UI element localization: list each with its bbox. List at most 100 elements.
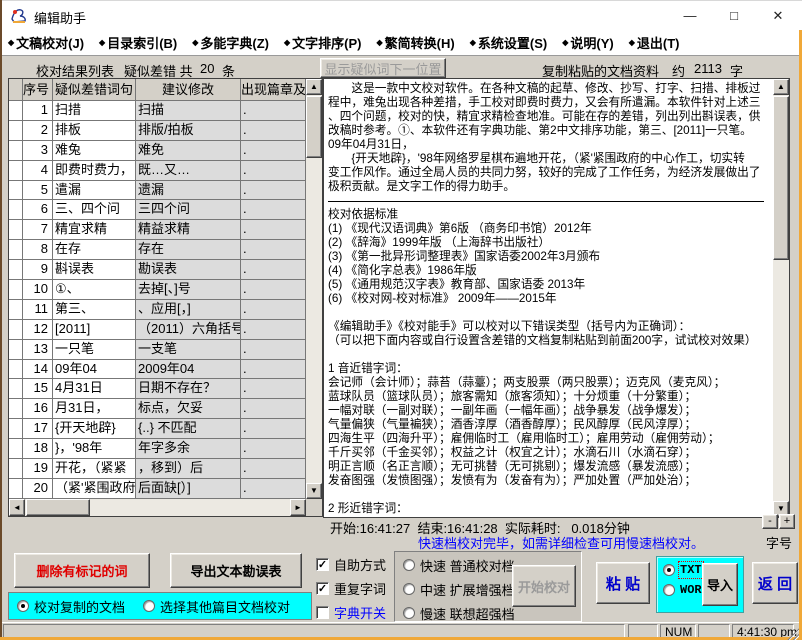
table-row[interactable]: 2排板排版/拍板.: [9, 121, 322, 141]
table-row[interactable]: 19开花，（紧紧，移到）后.: [9, 459, 322, 479]
font-increase-button[interactable]: +: [779, 514, 795, 529]
table-row[interactable]: 11第三、、应用[，].: [9, 300, 322, 320]
suspect-word-cell: 4月31日: [53, 379, 136, 399]
checkbox-option[interactable]: 字典开关: [316, 604, 386, 620]
font-decrease-button[interactable]: -: [762, 514, 778, 529]
scroll-thumb[interactable]: [773, 96, 789, 260]
table-row[interactable]: 1扫措扫描.: [9, 101, 322, 121]
table-row[interactable]: 7精宜求精精益求精.: [9, 220, 322, 240]
suspect-word-cell: 排板: [53, 121, 136, 141]
scroll-thumb[interactable]: [26, 499, 90, 516]
document-text[interactable]: 这是一款中文校对软件。在各种文稿的起草、修改、抄写、打字、扫措、排板过程中，难兔…: [324, 79, 773, 517]
table-row[interactable]: 5遣漏遗漏.: [9, 181, 322, 201]
close-button[interactable]: ✕: [756, 1, 800, 31]
suspect-word-cell: 一只笔: [53, 340, 136, 360]
document-line: [328, 306, 772, 320]
table-row[interactable]: 18}，'98年年字多余.: [9, 439, 322, 459]
radio-icon[interactable]: [17, 600, 29, 612]
table-row[interactable]: 8在存存在.: [9, 240, 322, 260]
table-row[interactable]: 3难兔难免.: [9, 141, 322, 161]
radio-icon[interactable]: [403, 583, 415, 595]
radio-icon[interactable]: [663, 584, 675, 596]
suggestion-cell: 去掉[、]号: [136, 280, 241, 300]
paste-button[interactable]: 粘 贴: [596, 562, 650, 604]
format-radio-label: TXT: [680, 563, 702, 577]
table-row[interactable]: 20（紧'紧围政府后面缺[）].: [9, 479, 322, 499]
document-line: 明正言顺（名正言顺）；无可挑替（无可挑剔）；爆发流感（暴发流感）；: [328, 460, 772, 474]
checkbox-icon[interactable]: ✓: [316, 558, 329, 571]
minimize-button[interactable]: —: [668, 1, 712, 31]
radio-icon[interactable]: [663, 564, 675, 576]
table-horizontal-scrollbar[interactable]: ◄ ►: [9, 499, 306, 516]
document-line: 会记师（会计师）；蒜苔（蒜薹）；两支股票（两只股票）；迈克风（麦克风）；: [328, 376, 772, 390]
table-row[interactable]: 13一只笔一支笔.: [9, 340, 322, 360]
back-button[interactable]: 返 回: [752, 562, 798, 604]
scroll-left-icon[interactable]: ◄: [9, 499, 25, 516]
export-errata-button[interactable]: 导出文本勘误表: [170, 553, 302, 588]
menu-item-6[interactable]: ◆系统设置(S): [470, 33, 548, 52]
row-number-cell: 19: [23, 459, 53, 479]
source-radio-option[interactable]: 选择其他篇目文档校对: [143, 598, 290, 614]
menu-item-4[interactable]: ◆文字排序(P): [284, 33, 362, 52]
menu-item-3[interactable]: ◆多能字典(Z): [192, 33, 269, 52]
occurrence-cell: .: [241, 101, 306, 121]
occurrence-cell: .: [241, 479, 306, 499]
scroll-thumb[interactable]: [306, 96, 322, 158]
app-window: 编辑助手 — □ ✕ ◆文稿校对(J)◆目录索引(B)◆多能字典(Z)◆文字排序…: [0, 0, 802, 640]
menu-item-5[interactable]: ◆繁简转换(H): [377, 33, 455, 52]
occurrence-cell: .: [241, 360, 306, 380]
start-check-button[interactable]: 开始校对: [512, 565, 576, 607]
scroll-up-icon[interactable]: ▲: [773, 79, 789, 95]
occurrence-cell: .: [241, 161, 306, 181]
table-row[interactable]: 16月31日，标点，欠妥.: [9, 399, 322, 419]
checkbox-option[interactable]: ✓ 自助方式: [316, 556, 386, 572]
radio-icon[interactable]: [403, 559, 415, 571]
document-line: 一幅对联（一副对联）；一副年画（一幅年画）；战争暴发（战争爆发）；: [328, 404, 772, 418]
menu-bullet-icon: ◆: [470, 38, 476, 47]
checkbox-icon[interactable]: ✓: [316, 582, 329, 595]
scroll-up-icon[interactable]: ▲: [306, 79, 322, 95]
table-header-cell: 出现篇章及次数: [241, 79, 306, 101]
occurrence-cell: .: [241, 181, 306, 201]
table-row[interactable]: 9斟误表勘误表.: [9, 260, 322, 280]
occurrence-cell: .: [241, 399, 306, 419]
table-row[interactable]: 4即费时费力，既…又….: [9, 161, 322, 181]
scroll-right-icon[interactable]: ►: [290, 499, 306, 516]
speed-radio-option[interactable]: 慢速 联想超强档: [403, 605, 581, 621]
row-marker-cell: [9, 220, 23, 240]
menu-item-8[interactable]: ◆退出(T): [629, 33, 680, 52]
radio-icon[interactable]: [143, 600, 155, 612]
menu-bar: ◆文稿校对(J) ◆目录索引(B) ◆多能字典(Z) ◆文字排序(P) ◆繁简转换(H)…: [2, 30, 800, 56]
delete-marked-button[interactable]: 删除有标记的词: [14, 553, 150, 588]
table-row[interactable]: 17{开天地辟}{..} 不匹配.: [9, 419, 322, 439]
suspect-word-cell: 即费时费力，: [53, 161, 136, 181]
table-row[interactable]: 12[2011]（2011）六角括号.: [9, 320, 322, 340]
table-body: 1扫措扫描.2排板排版/拍板.3难兔难免.4即费时费力，既…又….5遣漏遗漏.6…: [9, 101, 322, 499]
menu-item-1[interactable]: ◆文稿校对(J): [8, 33, 84, 52]
document-vertical-scrollbar[interactable]: ▲ ▼: [773, 79, 789, 517]
checkbox-option[interactable]: ✓ 重复字词: [316, 580, 386, 596]
show-next-position-button[interactable]: 显示疑似词下一位置: [320, 58, 446, 78]
scroll-down-icon[interactable]: ▼: [306, 483, 322, 499]
import-button[interactable]: 导入: [702, 563, 738, 606]
menu-bullet-icon: ◆: [629, 38, 635, 47]
document-line: 气量偏狭（气量褊狭）；酒香淳厚（酒香醇厚）；民风醇厚（民风淳厚）；: [328, 418, 772, 432]
radio-icon[interactable]: [403, 607, 415, 619]
suspect-word-cell: {开天地辟}: [53, 419, 136, 439]
menu-item-2[interactable]: ◆目录索引(B): [99, 33, 177, 52]
checkbox-label: 自助方式: [334, 555, 386, 574]
table-row[interactable]: 154月31日日期不存在？.: [9, 379, 322, 399]
menu-item-7[interactable]: ◆说明(Y): [562, 33, 614, 52]
table-row[interactable]: 6三、四个问三四个问.: [9, 200, 322, 220]
checkbox-icon[interactable]: [316, 606, 329, 619]
results-table: 序号疑似差错词句建议修改出现篇章及次数 1扫措扫描.2排板排版/拍板.3难兔难免…: [8, 78, 323, 517]
table-row[interactable]: 1409年042009年04.: [9, 360, 322, 380]
maximize-button[interactable]: □: [712, 1, 756, 31]
table-row[interactable]: 10①、去掉[、]号.: [9, 280, 322, 300]
table-vertical-scrollbar[interactable]: ▲ ▼: [306, 79, 322, 499]
source-radio-option[interactable]: 校对复制的文档: [17, 598, 125, 614]
row-marker-cell: [9, 240, 23, 260]
row-marker-cell: [9, 399, 23, 419]
occurrence-cell: .: [241, 121, 306, 141]
checkbox-label: 重复字词: [334, 579, 386, 598]
